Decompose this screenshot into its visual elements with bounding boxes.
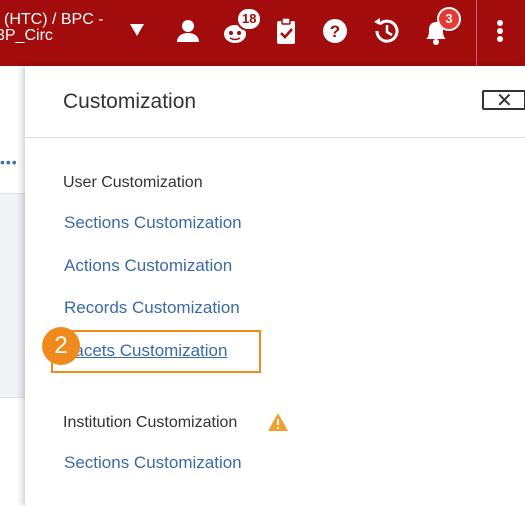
user-icon[interactable] <box>172 15 204 47</box>
warning-icon <box>267 412 289 432</box>
more-vertical-icon[interactable] <box>484 15 516 47</box>
notifications-count-badge: 3 <box>437 7 461 31</box>
facets-customization-link[interactable]: Facets Customization <box>64 341 227 361</box>
top-bar: l (HTC) / BPC - 3P_Circ 18 ? 3 <box>0 0 525 66</box>
actions-customization-link[interactable]: Actions Customization <box>64 256 232 276</box>
customization-panel: Customization ✕ User Customization Secti… <box>25 66 525 506</box>
history-icon[interactable] <box>371 15 403 47</box>
user-customization-heading: User Customization <box>63 174 203 191</box>
background-page: ••• <box>0 66 25 506</box>
institution-sections-customization-link[interactable]: Sections Customization <box>64 453 242 473</box>
help-icon[interactable]: ? <box>319 15 351 47</box>
records-customization-link[interactable]: Records Customization <box>64 298 240 318</box>
close-icon: ✕ <box>496 90 513 112</box>
toolbar-divider <box>476 0 477 66</box>
background-row <box>0 194 25 398</box>
tasks-count-badge: 18 <box>236 7 263 31</box>
more-dots-icon[interactable]: ••• <box>0 154 18 170</box>
user-sections-customization-link[interactable]: Sections Customization <box>64 213 242 233</box>
close-button[interactable]: ✕ <box>482 90 525 112</box>
context-line-1: l (HTC) / BPC - <box>0 11 104 28</box>
library-context-selector[interactable]: l (HTC) / BPC - 3P_Circ <box>0 12 125 44</box>
svg-text:?: ? <box>330 22 340 41</box>
institution-customization-heading: Institution Customization <box>63 414 238 431</box>
context-line-2: 3P_Circ <box>0 27 53 44</box>
step-number-badge: 2 <box>42 327 80 365</box>
panel-title: Customization <box>63 90 197 113</box>
panel-divider <box>25 137 525 138</box>
clipboard-check-icon[interactable] <box>270 15 302 47</box>
chevron-down-icon[interactable] <box>130 24 144 36</box>
